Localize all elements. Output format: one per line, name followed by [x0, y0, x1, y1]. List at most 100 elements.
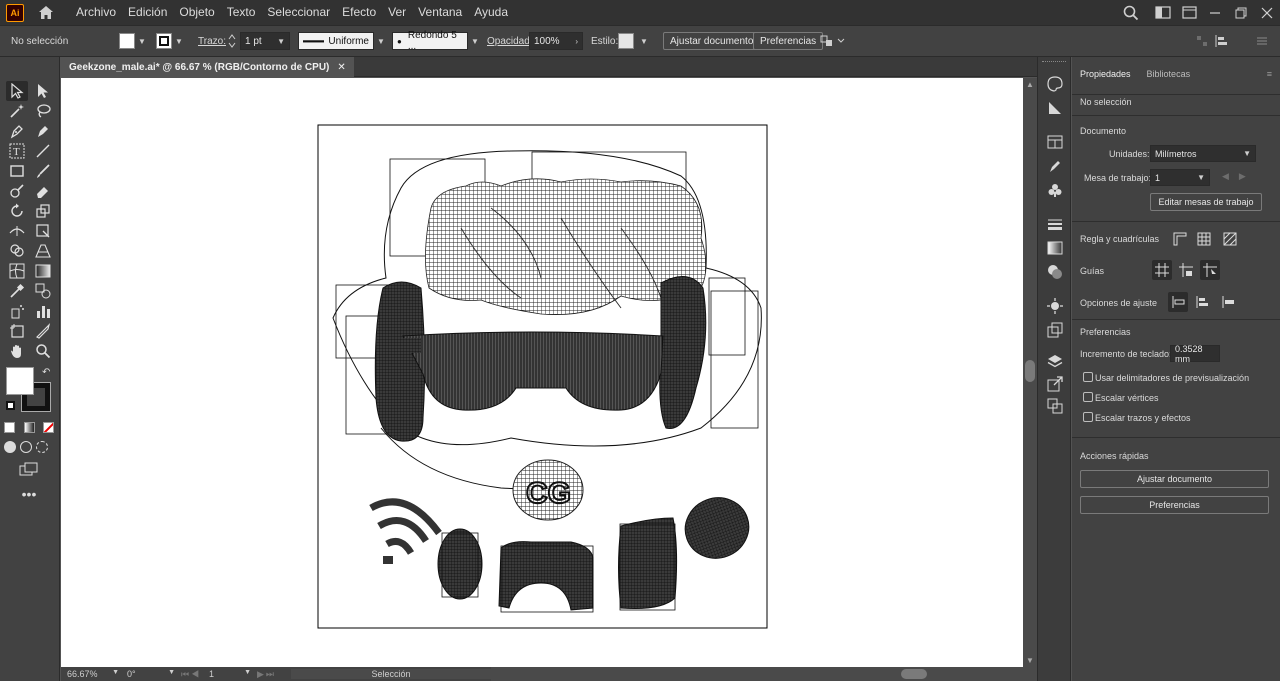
stroke-weight-field[interactable]: 1 pt ▼ [240, 32, 290, 50]
stroke-panel-icon[interactable] [1045, 215, 1065, 233]
symbols-panel-icon[interactable] [1045, 181, 1065, 199]
selection-tool-icon[interactable] [6, 81, 28, 101]
width-tool-icon[interactable] [6, 221, 28, 241]
magic-wand-tool-icon[interactable] [6, 101, 28, 121]
none-mode-icon[interactable] [43, 421, 54, 433]
direct-selection-tool-icon[interactable] [32, 81, 54, 101]
rectangle-tool-icon[interactable] [6, 161, 28, 181]
artboard-select[interactable]: 1 ▼ [1150, 169, 1210, 186]
color-mode-icon[interactable] [4, 421, 15, 433]
current-tool-status[interactable]: Selección [291, 669, 491, 679]
edit-artboards-button[interactable]: Editar mesas de trabajo [1150, 193, 1262, 211]
eraser-tool-icon[interactable] [32, 181, 54, 201]
preview-bounds-checkbox[interactable] [1083, 372, 1093, 382]
draw-normal-icon[interactable] [4, 441, 16, 453]
draw-inside-icon[interactable] [36, 441, 48, 453]
artboard-next-icon[interactable]: ▶⏭ [251, 669, 291, 680]
stroke-stepper-icon[interactable] [228, 26, 236, 56]
menu-ver[interactable]: Ver [382, 0, 412, 25]
arrange-documents-icon[interactable] [1176, 0, 1202, 25]
lasso-tool-icon[interactable] [32, 101, 54, 121]
keyboard-increment-field[interactable]: 0.3528 mm [1170, 344, 1220, 364]
snap-to-glyph-icon[interactable] [1218, 292, 1238, 312]
close-tab-icon[interactable]: ✕ [337, 62, 345, 73]
menu-texto[interactable]: Texto [221, 0, 262, 25]
quick-fit-document-button[interactable]: Ajustar documento [1080, 470, 1269, 488]
stroke-swatch[interactable]: ▼ [156, 26, 183, 56]
free-transform-tool-icon[interactable] [32, 221, 54, 241]
rotate-tool-icon[interactable] [6, 201, 28, 221]
column-graph-tool-icon[interactable] [32, 301, 54, 321]
menu-archivo[interactable]: Archivo [70, 0, 122, 25]
mesh-tool-icon[interactable] [6, 261, 28, 281]
hand-tool-icon[interactable] [6, 341, 28, 361]
opacity-label[interactable]: Opacidad: [487, 26, 533, 56]
panel-menu-icon[interactable]: ≡ [1267, 69, 1272, 79]
restore-icon[interactable] [1228, 0, 1254, 25]
zoom-select[interactable]: 66.67% ▼ [61, 669, 119, 679]
tab-propiedades[interactable]: Propiedades [1072, 69, 1139, 79]
curvature-tool-icon[interactable] [32, 121, 54, 141]
artboard-nav-icon[interactable]: ◀▶ [1222, 171, 1256, 182]
artboards-panel-icon[interactable] [1045, 397, 1065, 415]
scale-corners-checkbox[interactable] [1083, 392, 1093, 402]
menu-ventana[interactable]: Ventana [412, 0, 468, 25]
eyedropper-tool-icon[interactable] [6, 281, 28, 301]
appearance-panel-icon[interactable] [1045, 297, 1065, 315]
vertical-scrollbar[interactable]: ▲ ▼ [1023, 78, 1037, 667]
transparency-panel-icon[interactable] [1045, 263, 1065, 281]
gradient-tool-icon[interactable] [32, 261, 54, 281]
show-guides-icon[interactable] [1152, 260, 1172, 280]
menu-objeto[interactable]: Objeto [173, 0, 220, 25]
pen-tool-icon[interactable] [6, 121, 28, 141]
line-segment-tool-icon[interactable] [32, 141, 54, 161]
snap-options-icon[interactable] [1214, 26, 1232, 56]
menu-seleccionar[interactable]: Seleccionar [261, 0, 336, 25]
graphic-styles-icon[interactable] [1045, 321, 1065, 339]
fill-stroke-widget[interactable]: ↶ [4, 365, 56, 413]
document-tab[interactable]: Geekzone_male.ai* @ 66.67 % (RGB/Contorn… [61, 57, 354, 77]
minimize-icon[interactable] [1202, 0, 1228, 25]
scroll-down-icon[interactable]: ▼ [1026, 656, 1034, 665]
scroll-up-icon[interactable]: ▲ [1026, 80, 1034, 89]
shape-builder-tool-icon[interactable] [6, 241, 28, 261]
quick-preferences-button[interactable]: Preferencias [1080, 496, 1269, 514]
snap-to-point-icon[interactable] [1168, 292, 1188, 312]
zoom-tool-icon[interactable] [32, 341, 54, 361]
swap-colors-icon[interactable]: ↶ [42, 367, 50, 378]
stroke-profile-select[interactable]: Uniforme [298, 32, 374, 50]
artboard-tool-icon[interactable] [6, 321, 28, 341]
close-window-icon[interactable] [1254, 0, 1280, 25]
rotation-select[interactable]: 0° ▼ [119, 669, 175, 679]
align-icon[interactable] [1196, 26, 1208, 56]
stroke-label[interactable]: Trazo: [198, 26, 226, 56]
arrange-icon[interactable] [820, 26, 846, 56]
blend-tool-icon[interactable] [32, 281, 54, 301]
fit-document-button[interactable]: Ajustar documento [663, 32, 761, 50]
search-icon[interactable] [1118, 0, 1144, 25]
style-swatch[interactable]: ▼ [618, 26, 648, 56]
gradient-panel-icon[interactable] [1045, 239, 1065, 257]
vertical-scroll-thumb[interactable] [1025, 360, 1035, 382]
snap-to-pixel-icon[interactable] [1192, 292, 1212, 312]
opacity-field[interactable]: 100% › [529, 32, 583, 50]
type-tool-icon[interactable]: T [6, 141, 28, 161]
draw-behind-icon[interactable] [20, 441, 32, 453]
smart-guides-icon[interactable] [1200, 260, 1220, 280]
brushes-panel-icon[interactable] [1045, 157, 1065, 175]
scale-strokes-checkbox[interactable] [1083, 412, 1093, 422]
preferences-button[interactable]: Preferencias [753, 32, 824, 50]
brush-select[interactable]: ● Redondo 5 ... [392, 30, 468, 52]
artboard-prev-icon[interactable]: ⏮◀ [175, 669, 203, 680]
default-colors-icon[interactable] [6, 401, 15, 410]
panel-menu-icon[interactable] [1256, 26, 1268, 56]
artboard-select[interactable]: 1 ▼ [203, 669, 251, 679]
canvas[interactable]: CG [61, 78, 1023, 667]
units-select[interactable]: Milímetros ▼ [1150, 145, 1256, 162]
screen-mode-icon[interactable] [18, 459, 40, 479]
slice-tool-icon[interactable] [32, 321, 54, 341]
menu-efecto[interactable]: Efecto [336, 0, 382, 25]
horizontal-scrollbar[interactable] [491, 667, 1037, 681]
horizontal-scroll-thumb[interactable] [901, 669, 927, 679]
perspective-grid-tool-icon[interactable] [32, 241, 54, 261]
